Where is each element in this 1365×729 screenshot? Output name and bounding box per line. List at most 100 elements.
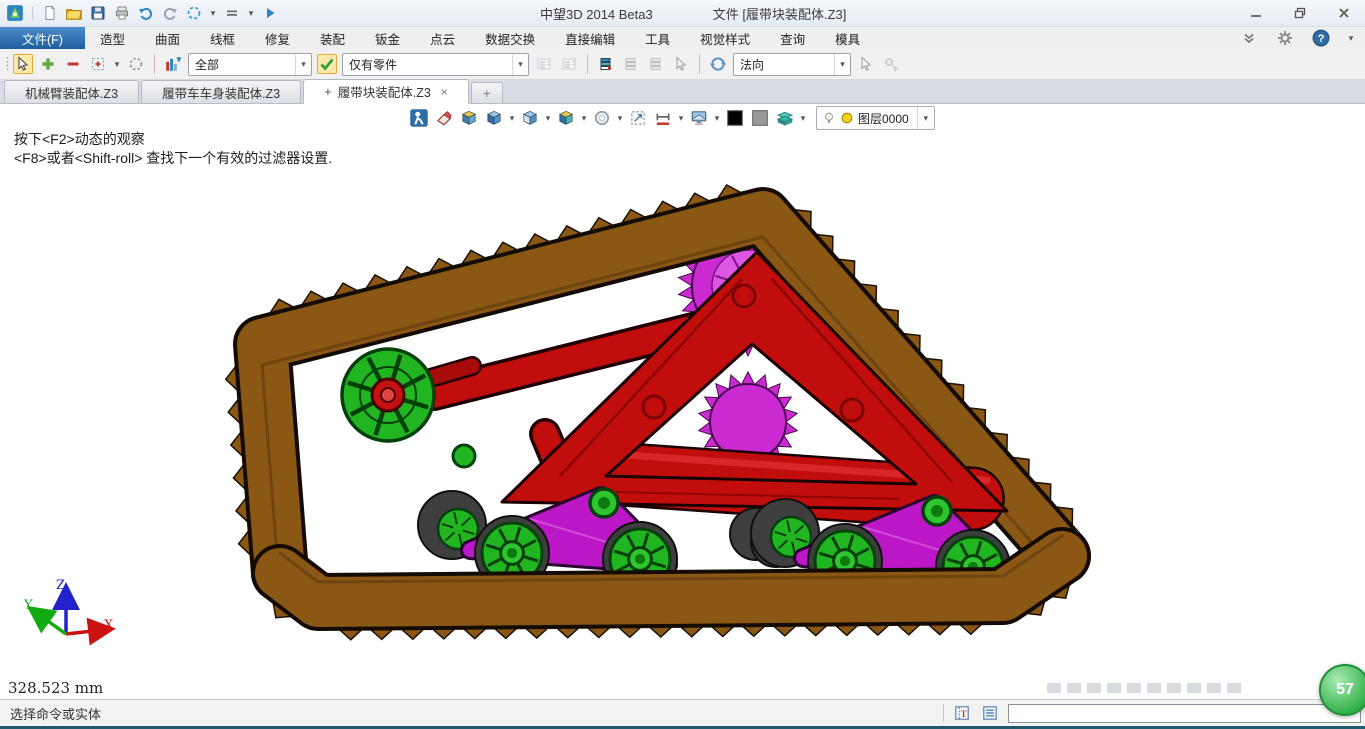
zoom-window-icon[interactable]	[627, 107, 649, 129]
view-corner-icon[interactable]	[555, 107, 577, 129]
reorient-icon[interactable]	[708, 54, 728, 74]
minimize-button[interactable]	[1243, 4, 1269, 22]
collapse-ribbon-icon[interactable]	[1239, 28, 1259, 48]
background-gray-swatch[interactable]	[749, 107, 771, 129]
zw3d-window: ▾▾ 中望3D 2014 Beta3 文件 [履带块装配体.Z3] 文件(F)造…	[0, 0, 1365, 729]
walkthrough-icon[interactable]	[408, 107, 430, 129]
pick-filter-caret-icon[interactable]: ▾	[295, 54, 311, 75]
settings-gear-icon[interactable]	[1275, 28, 1295, 48]
remove-select-icon[interactable]	[63, 54, 83, 74]
display-mode-icon[interactable]	[688, 107, 710, 129]
menu-tab-7[interactable]: 点云	[415, 27, 470, 49]
add-select-icon[interactable]	[38, 54, 58, 74]
document-tab-0[interactable]: 机械臂装配体.Z3	[4, 80, 139, 103]
zoom-extents-caret-icon[interactable]: ▾	[677, 113, 685, 124]
zoom-lens-icon[interactable]	[591, 107, 613, 129]
select-cursor-icon[interactable]	[13, 54, 33, 74]
help-icon[interactable]: ?	[1311, 28, 1331, 48]
new-tab-button[interactable]: +	[471, 82, 503, 103]
cursor-gray-icon[interactable]	[671, 54, 691, 74]
measurement-readout: 328.523 mm	[8, 679, 103, 697]
save-icon[interactable]	[89, 4, 107, 22]
box-select-icon[interactable]	[88, 54, 108, 74]
help-caret-icon[interactable]: ▾	[1347, 33, 1355, 44]
view-isometric-icon[interactable]	[483, 107, 505, 129]
display-mode-caret-icon[interactable]: ▾	[713, 113, 721, 124]
zoom-lens-caret-icon[interactable]: ▾	[616, 113, 624, 124]
filter-icon[interactable]	[163, 54, 183, 74]
customize-menu-icon[interactable]	[223, 4, 241, 22]
background-black-swatch[interactable]	[724, 107, 746, 129]
menu-tab-2[interactable]: 曲面	[140, 27, 195, 49]
menu-tab-9[interactable]: 直接编辑	[550, 27, 630, 49]
document-tab-2[interactable]: +履带块装配体.Z3×	[303, 79, 469, 104]
dynamic-view-icon[interactable]	[185, 4, 203, 22]
view-front-icon[interactable]	[519, 107, 541, 129]
restore-button[interactable]	[1287, 4, 1313, 22]
layer-name: 图层0000	[858, 110, 909, 127]
view-corner-caret-icon[interactable]: ▾	[580, 113, 588, 124]
options-icon[interactable]: T	[952, 703, 972, 723]
menu-tab-10[interactable]: 工具	[630, 27, 685, 49]
pick-confirm-icon[interactable]	[317, 54, 337, 74]
menu-tab-12[interactable]: 查询	[765, 27, 820, 49]
entity-filter-caret-icon[interactable]: ▾	[512, 54, 528, 75]
tab-close-icon[interactable]: ×	[441, 85, 448, 99]
play-icon[interactable]	[261, 4, 279, 22]
menu-tab-8[interactable]: 数据交换	[470, 27, 550, 49]
menu-tab-6[interactable]: 钣金	[360, 27, 415, 49]
new-file-icon[interactable]	[41, 4, 59, 22]
menu-tab-1[interactable]: 造型	[85, 27, 140, 49]
redo-icon[interactable]	[161, 4, 179, 22]
viewport[interactable]: 按下<F2>动态的观察 <F8>或者<Shift-roll> 查找下一个有效的过…	[0, 104, 1365, 699]
status-input[interactable]	[1008, 704, 1361, 723]
qat-separator	[32, 6, 33, 20]
menu-tab-4[interactable]: 修复	[250, 27, 305, 49]
stack-gray-icon[interactable]	[621, 54, 641, 74]
list-icon[interactable]	[980, 703, 1000, 723]
layer-manager-caret-icon[interactable]: ▾	[799, 113, 807, 124]
app-logo-icon[interactable]	[6, 4, 24, 22]
menu-tab-3[interactable]: 线框	[195, 27, 250, 49]
y-axis-arrow	[38, 614, 66, 634]
undo-icon[interactable]	[137, 4, 155, 22]
eraser-icon[interactable]	[433, 107, 455, 129]
list-a-icon[interactable]	[534, 54, 554, 74]
layer-caret-icon[interactable]: ▾	[917, 107, 934, 129]
orientation-value: 法向	[734, 56, 834, 73]
pick-filter-combo[interactable]: 全部 ▾	[188, 53, 312, 76]
orientation-combo[interactable]: 法向 ▾	[733, 53, 851, 76]
close-button[interactable]	[1331, 4, 1357, 22]
box-select-caret-icon[interactable]: ▾	[113, 59, 121, 70]
menu-tab-5[interactable]: 装配	[305, 27, 360, 49]
cursor-gray2-icon[interactable]	[856, 54, 876, 74]
open-folder-icon[interactable]	[65, 4, 83, 22]
entity-filter-combo[interactable]: 仅有零件 ▾	[342, 53, 529, 76]
view-isometric-caret-icon[interactable]: ▾	[508, 113, 516, 124]
layer-color-swatch	[840, 111, 854, 125]
list-b-icon[interactable]	[559, 54, 579, 74]
x-axis-label: X	[104, 618, 113, 633]
document-tab-1[interactable]: 履带车车身装配体.Z3	[141, 80, 301, 103]
lasso-select-icon[interactable]	[126, 54, 146, 74]
gear-cursor-icon[interactable]	[881, 54, 901, 74]
view-top-icon[interactable]	[458, 107, 480, 129]
customize-menu-caret-icon[interactable]: ▾	[247, 8, 255, 19]
menu-tab-13[interactable]: 模具	[820, 27, 875, 49]
dynamic-view-caret-icon[interactable]: ▾	[209, 8, 217, 19]
orientation-caret-icon[interactable]: ▾	[834, 54, 850, 75]
stack-colored-icon[interactable]	[596, 54, 616, 74]
view-front-caret-icon[interactable]: ▾	[544, 113, 552, 124]
layer-manager-icon[interactable]	[774, 107, 796, 129]
stack-gray2-icon[interactable]	[646, 54, 666, 74]
zoom-extents-icon[interactable]	[652, 107, 674, 129]
toolbar-grip[interactable]: ⋮⋮	[2, 60, 8, 68]
document-title: 文件 [履带块装配体.Z3]	[713, 4, 847, 23]
assembly-model-track-vehicle[interactable]	[0, 104, 1365, 699]
overlay-badge[interactable]: 57	[1319, 664, 1365, 716]
layer-combo[interactable]: 图层0000 ▾	[816, 106, 935, 130]
print-icon[interactable]	[113, 4, 131, 22]
menu-tab-11[interactable]: 视觉样式	[685, 27, 765, 49]
menu-tab-file[interactable]: 文件(F)	[0, 27, 85, 49]
svg-text:?: ?	[1318, 33, 1325, 45]
